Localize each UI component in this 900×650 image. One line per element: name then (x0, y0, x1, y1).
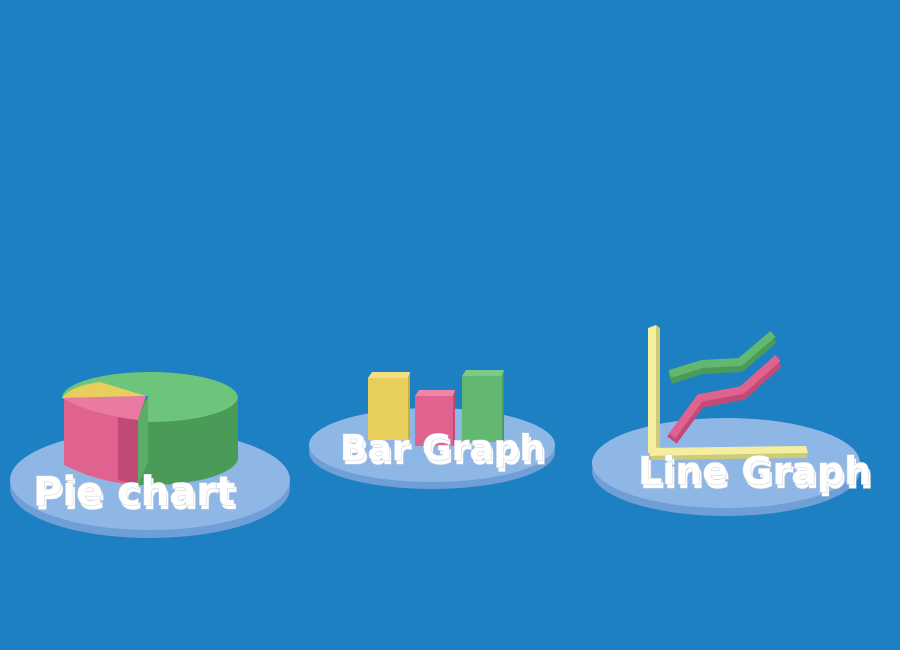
line-graph-group: Line Graph Line Graph (592, 325, 874, 516)
bar-graph-label: Bar Graph (340, 428, 545, 469)
bar-graph-group: Bar Graph Bar Graph (309, 370, 555, 489)
line-graph-label: Line Graph (638, 449, 871, 493)
scene-canvas: Pie chart Pie chart Bar Graph Bar Graph (10, 325, 874, 538)
pie-chart-group: Pie chart Pie chart (10, 372, 290, 538)
pie-chart-label: Pie chart (33, 469, 235, 515)
scene: Pie chart Pie chart Bar Graph Bar Graph (0, 0, 900, 650)
